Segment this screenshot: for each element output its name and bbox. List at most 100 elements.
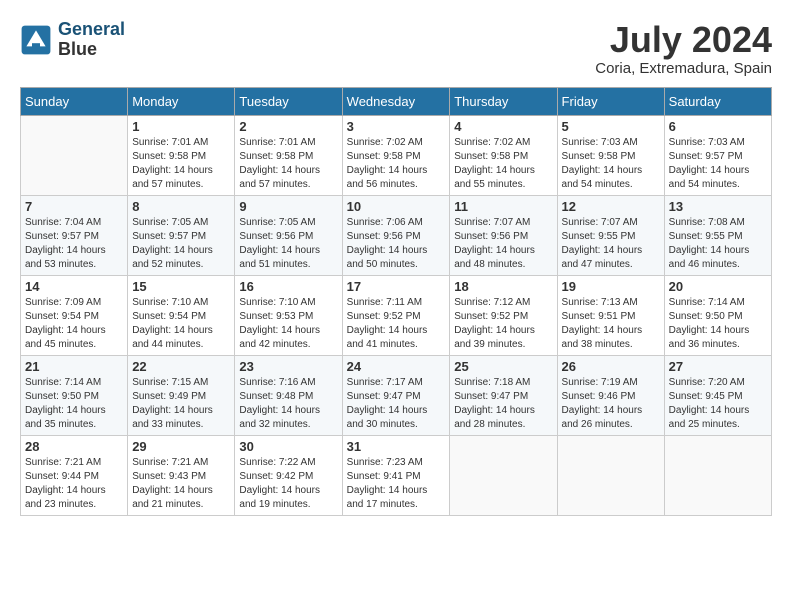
calendar-header: SundayMondayTuesdayWednesdayThursdayFrid… — [21, 87, 772, 115]
header-row: SundayMondayTuesdayWednesdayThursdayFrid… — [21, 87, 772, 115]
day-number: 17 — [347, 279, 446, 294]
day-number: 14 — [25, 279, 123, 294]
day-info: Sunrise: 7:17 AM Sunset: 9:47 PM Dayligh… — [347, 376, 446, 432]
day-number: 22 — [132, 359, 230, 374]
day-info: Sunrise: 7:22 AM Sunset: 9:42 PM Dayligh… — [239, 456, 337, 512]
day-cell: 20Sunrise: 7:14 AM Sunset: 9:50 PM Dayli… — [664, 275, 771, 355]
day-number: 21 — [25, 359, 123, 374]
day-info: Sunrise: 7:18 AM Sunset: 9:47 PM Dayligh… — [454, 376, 552, 432]
day-cell: 30 Sunrise: 7:22 AM Sunset: 9:42 PM Dayli… — [235, 435, 342, 515]
day-info: Sunrise: 7:05 AM Sunset: 9:56 PM Dayligh… — [239, 216, 337, 272]
day-info: Sunrise: 7:11 AM Sunset: 9:52 PM Dayligh… — [347, 296, 446, 352]
day-number: 19 — [562, 279, 660, 294]
column-header-tuesday: Tuesday — [235, 87, 342, 115]
day-number: 13 — [669, 199, 767, 214]
day-info: Sunrise: 7:04 AM Sunset: 9:57 PM Dayligh… — [25, 216, 123, 272]
day-number: 30 — [239, 439, 337, 454]
day-number: 15 — [132, 279, 230, 294]
day-number: 9 — [239, 199, 337, 214]
day-number: 23 — [239, 359, 337, 374]
day-cell: 8Sunrise: 7:05 AM Sunset: 9:57 PM Daylig… — [128, 195, 235, 275]
day-info: Sunrise: 7:07 AM Sunset: 9:56 PM Dayligh… — [454, 216, 552, 272]
day-info: Sunrise: 7:20 AM Sunset: 9:45 PM Dayligh… — [669, 376, 767, 432]
day-cell: 16 Sunrise: 7:10 AM Sunset: 9:53 PM Dayli… — [235, 275, 342, 355]
day-cell — [21, 115, 128, 195]
day-cell: 12Sunrise: 7:07 AM Sunset: 9:55 PM Dayli… — [557, 195, 664, 275]
day-info: Sunrise: 7:13 AM Sunset: 9:51 PM Dayligh… — [562, 296, 660, 352]
day-cell: 24 Sunrise: 7:17 AM Sunset: 9:47 PM Dayli… — [342, 355, 450, 435]
day-cell: 11 Sunrise: 7:07 AM Sunset: 9:56 PM Dayli… — [450, 195, 557, 275]
day-info: Sunrise: 7:08 AM Sunset: 9:55 PM Dayligh… — [669, 216, 767, 272]
week-row-3: 21 Sunrise: 7:14 AM Sunset: 9:50 PM Dayli… — [21, 355, 772, 435]
week-row-4: 28Sunrise: 7:21 AM Sunset: 9:44 PM Dayli… — [21, 435, 772, 515]
day-info: Sunrise: 7:03 AM Sunset: 9:57 PM Dayligh… — [669, 136, 767, 192]
day-number: 16 — [239, 279, 337, 294]
day-number: 1 — [132, 119, 230, 134]
day-info: Sunrise: 7:12 AM Sunset: 9:52 PM Dayligh… — [454, 296, 552, 352]
day-number: 8 — [132, 199, 230, 214]
column-header-wednesday: Wednesday — [342, 87, 450, 115]
column-header-thursday: Thursday — [450, 87, 557, 115]
day-number: 4 — [454, 119, 552, 134]
day-number: 2 — [239, 119, 337, 134]
day-cell: 28Sunrise: 7:21 AM Sunset: 9:44 PM Dayli… — [21, 435, 128, 515]
day-info: Sunrise: 7:06 AM Sunset: 9:56 PM Dayligh… — [347, 216, 446, 272]
day-info: Sunrise: 7:03 AM Sunset: 9:58 PM Dayligh… — [562, 136, 660, 192]
week-row-1: 7Sunrise: 7:04 AM Sunset: 9:57 PM Daylig… — [21, 195, 772, 275]
day-cell: 4Sunrise: 7:02 AM Sunset: 9:58 PM Daylig… — [450, 115, 557, 195]
day-info: Sunrise: 7:02 AM Sunset: 9:58 PM Dayligh… — [347, 136, 446, 192]
day-number: 24 — [347, 359, 446, 374]
day-info: Sunrise: 7:10 AM Sunset: 9:54 PM Dayligh… — [132, 296, 230, 352]
day-number: 31 — [347, 439, 446, 454]
logo-text: General Blue — [58, 20, 125, 60]
day-cell: 5 Sunrise: 7:03 AM Sunset: 9:58 PM Daylig… — [557, 115, 664, 195]
day-cell: 18 Sunrise: 7:12 AM Sunset: 9:52 PM Dayli… — [450, 275, 557, 355]
page-header: General Blue July 2024 Coria, Extremadur… — [20, 20, 772, 77]
day-cell: 7Sunrise: 7:04 AM Sunset: 9:57 PM Daylig… — [21, 195, 128, 275]
day-cell: 9 Sunrise: 7:05 AM Sunset: 9:56 PM Daylig… — [235, 195, 342, 275]
day-cell: 17 Sunrise: 7:11 AM Sunset: 9:52 PM Dayli… — [342, 275, 450, 355]
column-header-monday: Monday — [128, 87, 235, 115]
day-cell: 2 Sunrise: 7:01 AM Sunset: 9:58 PM Daylig… — [235, 115, 342, 195]
day-info: Sunrise: 7:09 AM Sunset: 9:54 PM Dayligh… — [25, 296, 123, 352]
day-info: Sunrise: 7:21 AM Sunset: 9:43 PM Dayligh… — [132, 456, 230, 512]
day-cell: 15 Sunrise: 7:10 AM Sunset: 9:54 PM Dayli… — [128, 275, 235, 355]
column-header-sunday: Sunday — [21, 87, 128, 115]
day-info: Sunrise: 7:07 AM Sunset: 9:55 PM Dayligh… — [562, 216, 660, 272]
day-info: Sunrise: 7:23 AM Sunset: 9:41 PM Dayligh… — [347, 456, 446, 512]
day-cell — [557, 435, 664, 515]
day-number: 5 — [562, 119, 660, 134]
day-number: 11 — [454, 199, 552, 214]
day-info: Sunrise: 7:15 AM Sunset: 9:49 PM Dayligh… — [132, 376, 230, 432]
month-title: July 2024 — [595, 20, 772, 60]
day-cell: 1Sunrise: 7:01 AM Sunset: 9:58 PM Daylig… — [128, 115, 235, 195]
day-info: Sunrise: 7:14 AM Sunset: 9:50 PM Dayligh… — [25, 376, 123, 432]
day-cell: 27 Sunrise: 7:20 AM Sunset: 9:45 PM Dayli… — [664, 355, 771, 435]
day-number: 26 — [562, 359, 660, 374]
logo-icon — [20, 24, 52, 56]
calendar-body: 1 Sunrise: 7:01 AM Sunset: 9:58 PM Daylig… — [21, 115, 772, 515]
day-cell: 13 Sunrise: 7:08 AM Sunset: 9:55 PM Dayli… — [664, 195, 771, 275]
day-cell: 21 Sunrise: 7:14 AM Sunset: 9:50 PM Dayli… — [21, 355, 128, 435]
week-row-2: 14 Sunrise: 7:09 AM Sunset: 9:54 PM Dayli… — [21, 275, 772, 355]
day-number: 3 — [347, 119, 446, 134]
title-block: July 2024 Coria, Extremadura, Spain — [595, 20, 772, 77]
day-info: Sunrise: 7:01 AM Sunset: 9:58 PM Dayligh… — [239, 136, 337, 192]
day-info: Sunrise: 7:10 AM Sunset: 9:53 PM Dayligh… — [239, 296, 337, 352]
day-number: 18 — [454, 279, 552, 294]
day-cell: 26 Sunrise: 7:19 AM Sunset: 9:46 PM Dayli… — [557, 355, 664, 435]
logo-line2: Blue — [58, 40, 125, 60]
logo-line1: General — [58, 19, 125, 39]
day-cell: 31 Sunrise: 7:23 AM Sunset: 9:41 PM Dayli… — [342, 435, 450, 515]
day-cell: 3 Sunrise: 7:02 AM Sunset: 9:58 PM Daylig… — [342, 115, 450, 195]
day-cell: 19 Sunrise: 7:13 AM Sunset: 9:51 PM Dayli… — [557, 275, 664, 355]
day-cell: 10Sunrise: 7:06 AM Sunset: 9:56 PM Dayli… — [342, 195, 450, 275]
day-info: Sunrise: 7:19 AM Sunset: 9:46 PM Dayligh… — [562, 376, 660, 432]
day-cell: 23 Sunrise: 7:16 AM Sunset: 9:48 PM Dayli… — [235, 355, 342, 435]
day-info: Sunrise: 7:16 AM Sunset: 9:48 PM Dayligh… — [239, 376, 337, 432]
day-number: 27 — [669, 359, 767, 374]
location-title: Coria, Extremadura, Spain — [595, 60, 772, 77]
day-info: Sunrise: 7:14 AM Sunset: 9:50 PM Dayligh… — [669, 296, 767, 352]
calendar-table: SundayMondayTuesdayWednesdayThursdayFrid… — [20, 87, 772, 516]
day-number: 28 — [25, 439, 123, 454]
